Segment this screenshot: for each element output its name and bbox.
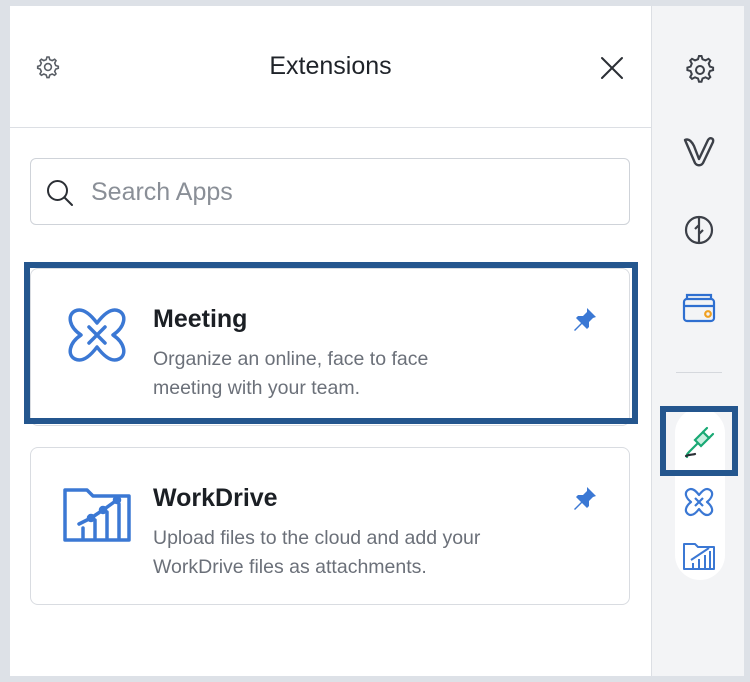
pin-icon[interactable] xyxy=(571,484,599,512)
pin-icon[interactable] xyxy=(571,305,599,333)
wallet-icon[interactable] xyxy=(681,290,717,326)
meeting-icon[interactable] xyxy=(681,484,717,520)
app-description-line: meeting with your team. xyxy=(153,377,361,399)
close-icon[interactable] xyxy=(596,52,628,84)
app-description-line: WorkDrive files as attachments. xyxy=(153,556,427,578)
meeting-icon xyxy=(68,308,126,362)
app-card-meeting[interactable]: Meeting Organize an online, face to face… xyxy=(30,268,630,426)
app-description: Organize an online, face to face meeting… xyxy=(153,345,553,403)
extensions-header: Extensions xyxy=(10,6,651,128)
app-description-line: Organize an online, face to face xyxy=(153,348,429,370)
vani-icon[interactable] xyxy=(681,132,717,168)
app-name: WorkDrive xyxy=(153,484,278,512)
search-box[interactable] xyxy=(30,158,630,225)
insights-icon[interactable] xyxy=(681,212,717,248)
panel-title: Extensions xyxy=(269,52,392,80)
search-icon xyxy=(47,180,73,206)
app-name: Meeting xyxy=(153,305,248,333)
extensions-plug-icon[interactable] xyxy=(681,424,717,460)
settings-icon[interactable] xyxy=(681,52,717,88)
app-card-workdrive[interactable]: WorkDrive Upload files to the cloud and … xyxy=(30,447,630,605)
app-description-line: Upload files to the cloud and add your xyxy=(153,527,481,549)
right-rail xyxy=(651,6,744,676)
app-description: Upload files to the cloud and add your W… xyxy=(153,524,553,582)
workdrive-icon[interactable] xyxy=(681,538,717,574)
workdrive-icon xyxy=(63,488,131,542)
search-input[interactable] xyxy=(91,169,611,215)
extensions-panel: Extensions Meeting Organize an online, f… xyxy=(10,6,651,676)
rail-divider xyxy=(676,372,722,373)
